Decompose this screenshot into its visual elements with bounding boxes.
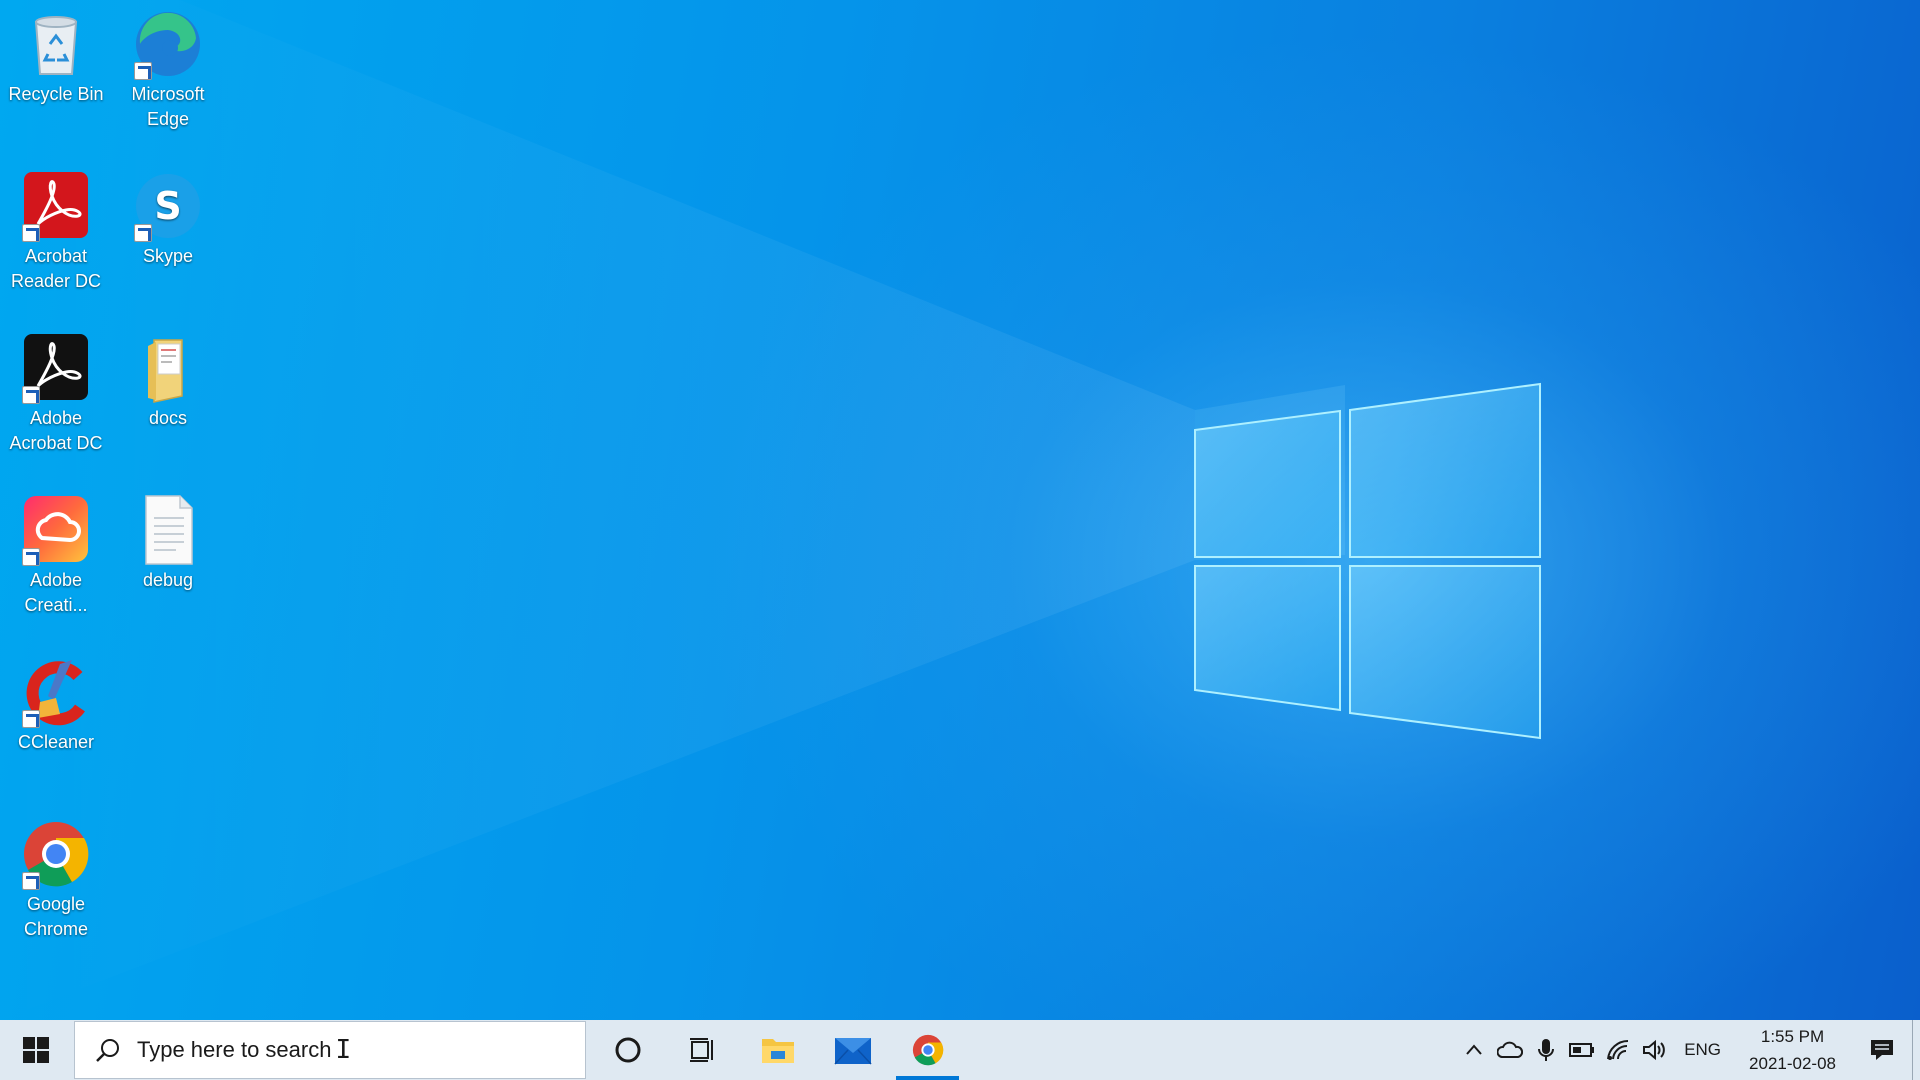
clock-date: 2021-02-08 <box>1749 1054 1836 1073</box>
action-center-button[interactable] <box>1852 1020 1912 1080</box>
shortcut-arrow-icon <box>22 548 40 566</box>
svg-text:S: S <box>154 184 181 228</box>
chrome-icon <box>20 818 92 890</box>
onedrive-button[interactable] <box>1492 1020 1528 1080</box>
desktop-icon-debug[interactable]: debug <box>116 494 220 593</box>
desktop-icon-label: CCleaner <box>17 732 95 752</box>
creative-cloud-icon <box>20 494 92 566</box>
input-language-button[interactable]: ENG <box>1672 1040 1733 1060</box>
desktop-icon-label: Adobe Acrobat DC <box>9 408 103 453</box>
notification-icon <box>1871 1040 1893 1060</box>
desktop-icon-label: Acrobat Reader DC <box>10 246 102 291</box>
desktop-icon-microsoft-edge[interactable]: Microsoft Edge <box>116 8 220 132</box>
battery-icon <box>1569 1043 1595 1057</box>
text-cursor-icon: I <box>335 1035 352 1065</box>
clock-time: 1:55 PM <box>1760 1027 1825 1046</box>
edge-icon <box>132 8 204 80</box>
wifi-icon <box>1607 1039 1629 1060</box>
task-view-button[interactable] <box>665 1020 740 1080</box>
chevron-up-icon <box>1466 1044 1482 1055</box>
text-file-icon <box>132 494 204 566</box>
desktop-icon-adobe-acrobat-dc[interactable]: Adobe Acrobat DC <box>4 332 108 456</box>
chrome-taskbar-button[interactable] <box>890 1020 965 1080</box>
recycle-bin-icon <box>20 8 92 80</box>
cortana-button[interactable] <box>590 1020 665 1080</box>
desktop-icon-docs[interactable]: docs <box>116 332 220 431</box>
desktop-icon-skype[interactable]: S Skype <box>116 170 220 269</box>
start-button[interactable] <box>0 1020 72 1080</box>
volume-icon <box>1643 1039 1666 1061</box>
desktop-icon-label: debug <box>142 570 194 590</box>
file-explorer-button[interactable] <box>740 1020 815 1080</box>
show-desktop-button[interactable] <box>1912 1020 1920 1080</box>
adobe-acrobat-icon <box>20 332 92 404</box>
ccleaner-icon <box>20 656 92 728</box>
search-input[interactable]: Type here to search I <box>74 1021 586 1079</box>
desktop-wallpaper <box>0 0 1920 1020</box>
desktop-icon-recycle-bin[interactable]: Recycle Bin <box>4 8 108 107</box>
taskbar: Type here to search I ENG 1:55 PM 2021-0… <box>0 1020 1920 1080</box>
file-explorer-icon <box>761 1039 794 1063</box>
windows-logo-wallpaper <box>0 0 1541 1020</box>
desktop-icon-label: docs <box>148 408 188 428</box>
desktop-icon-acrobat-reader-dc[interactable]: Acrobat Reader DC <box>4 170 108 294</box>
shortcut-arrow-icon <box>22 872 40 890</box>
windows-logo-icon <box>23 1037 49 1063</box>
desktop-icon-ccleaner[interactable]: CCleaner <box>4 656 108 755</box>
chrome-icon <box>912 1034 943 1066</box>
task-view-icon <box>689 1038 713 1062</box>
desktop-icon-label: Skype <box>142 246 194 266</box>
desktop-icon-label: Recycle Bin <box>8 84 104 104</box>
clock-button[interactable]: 1:55 PM 2021-02-08 <box>1733 1023 1852 1077</box>
acrobat-reader-icon <box>20 170 92 242</box>
folder-icon <box>132 332 204 404</box>
mail-button[interactable] <box>815 1020 890 1080</box>
battery-button[interactable] <box>1564 1020 1600 1080</box>
desktop-icon-label: Adobe Creati... <box>24 570 88 615</box>
desktop-icon-label: Microsoft Edge <box>131 84 205 129</box>
volume-button[interactable] <box>1636 1020 1672 1080</box>
shortcut-arrow-icon <box>22 224 40 242</box>
show-hidden-icons-button[interactable] <box>1456 1020 1492 1080</box>
shortcut-arrow-icon <box>22 710 40 728</box>
search-icon <box>96 1039 119 1062</box>
shortcut-arrow-icon <box>134 224 152 242</box>
skype-icon: S <box>132 170 204 242</box>
cortana-icon <box>615 1037 640 1063</box>
desktop-icon-google-chrome[interactable]: Google Chrome <box>4 818 108 942</box>
search-placeholder: Type here to search <box>137 1037 332 1062</box>
system-tray: ENG 1:55 PM 2021-02-08 <box>1456 1020 1920 1080</box>
shortcut-arrow-icon <box>134 62 152 80</box>
microphone-icon <box>1538 1039 1555 1061</box>
mail-icon <box>833 1038 872 1065</box>
network-button[interactable] <box>1600 1020 1636 1080</box>
onedrive-icon <box>1497 1041 1524 1058</box>
desktop-icon-label: Google Chrome <box>23 894 89 939</box>
microphone-button[interactable] <box>1528 1020 1564 1080</box>
desktop-icon-adobe-creative-cloud[interactable]: Adobe Creati... <box>4 494 108 618</box>
shortcut-arrow-icon <box>22 386 40 404</box>
